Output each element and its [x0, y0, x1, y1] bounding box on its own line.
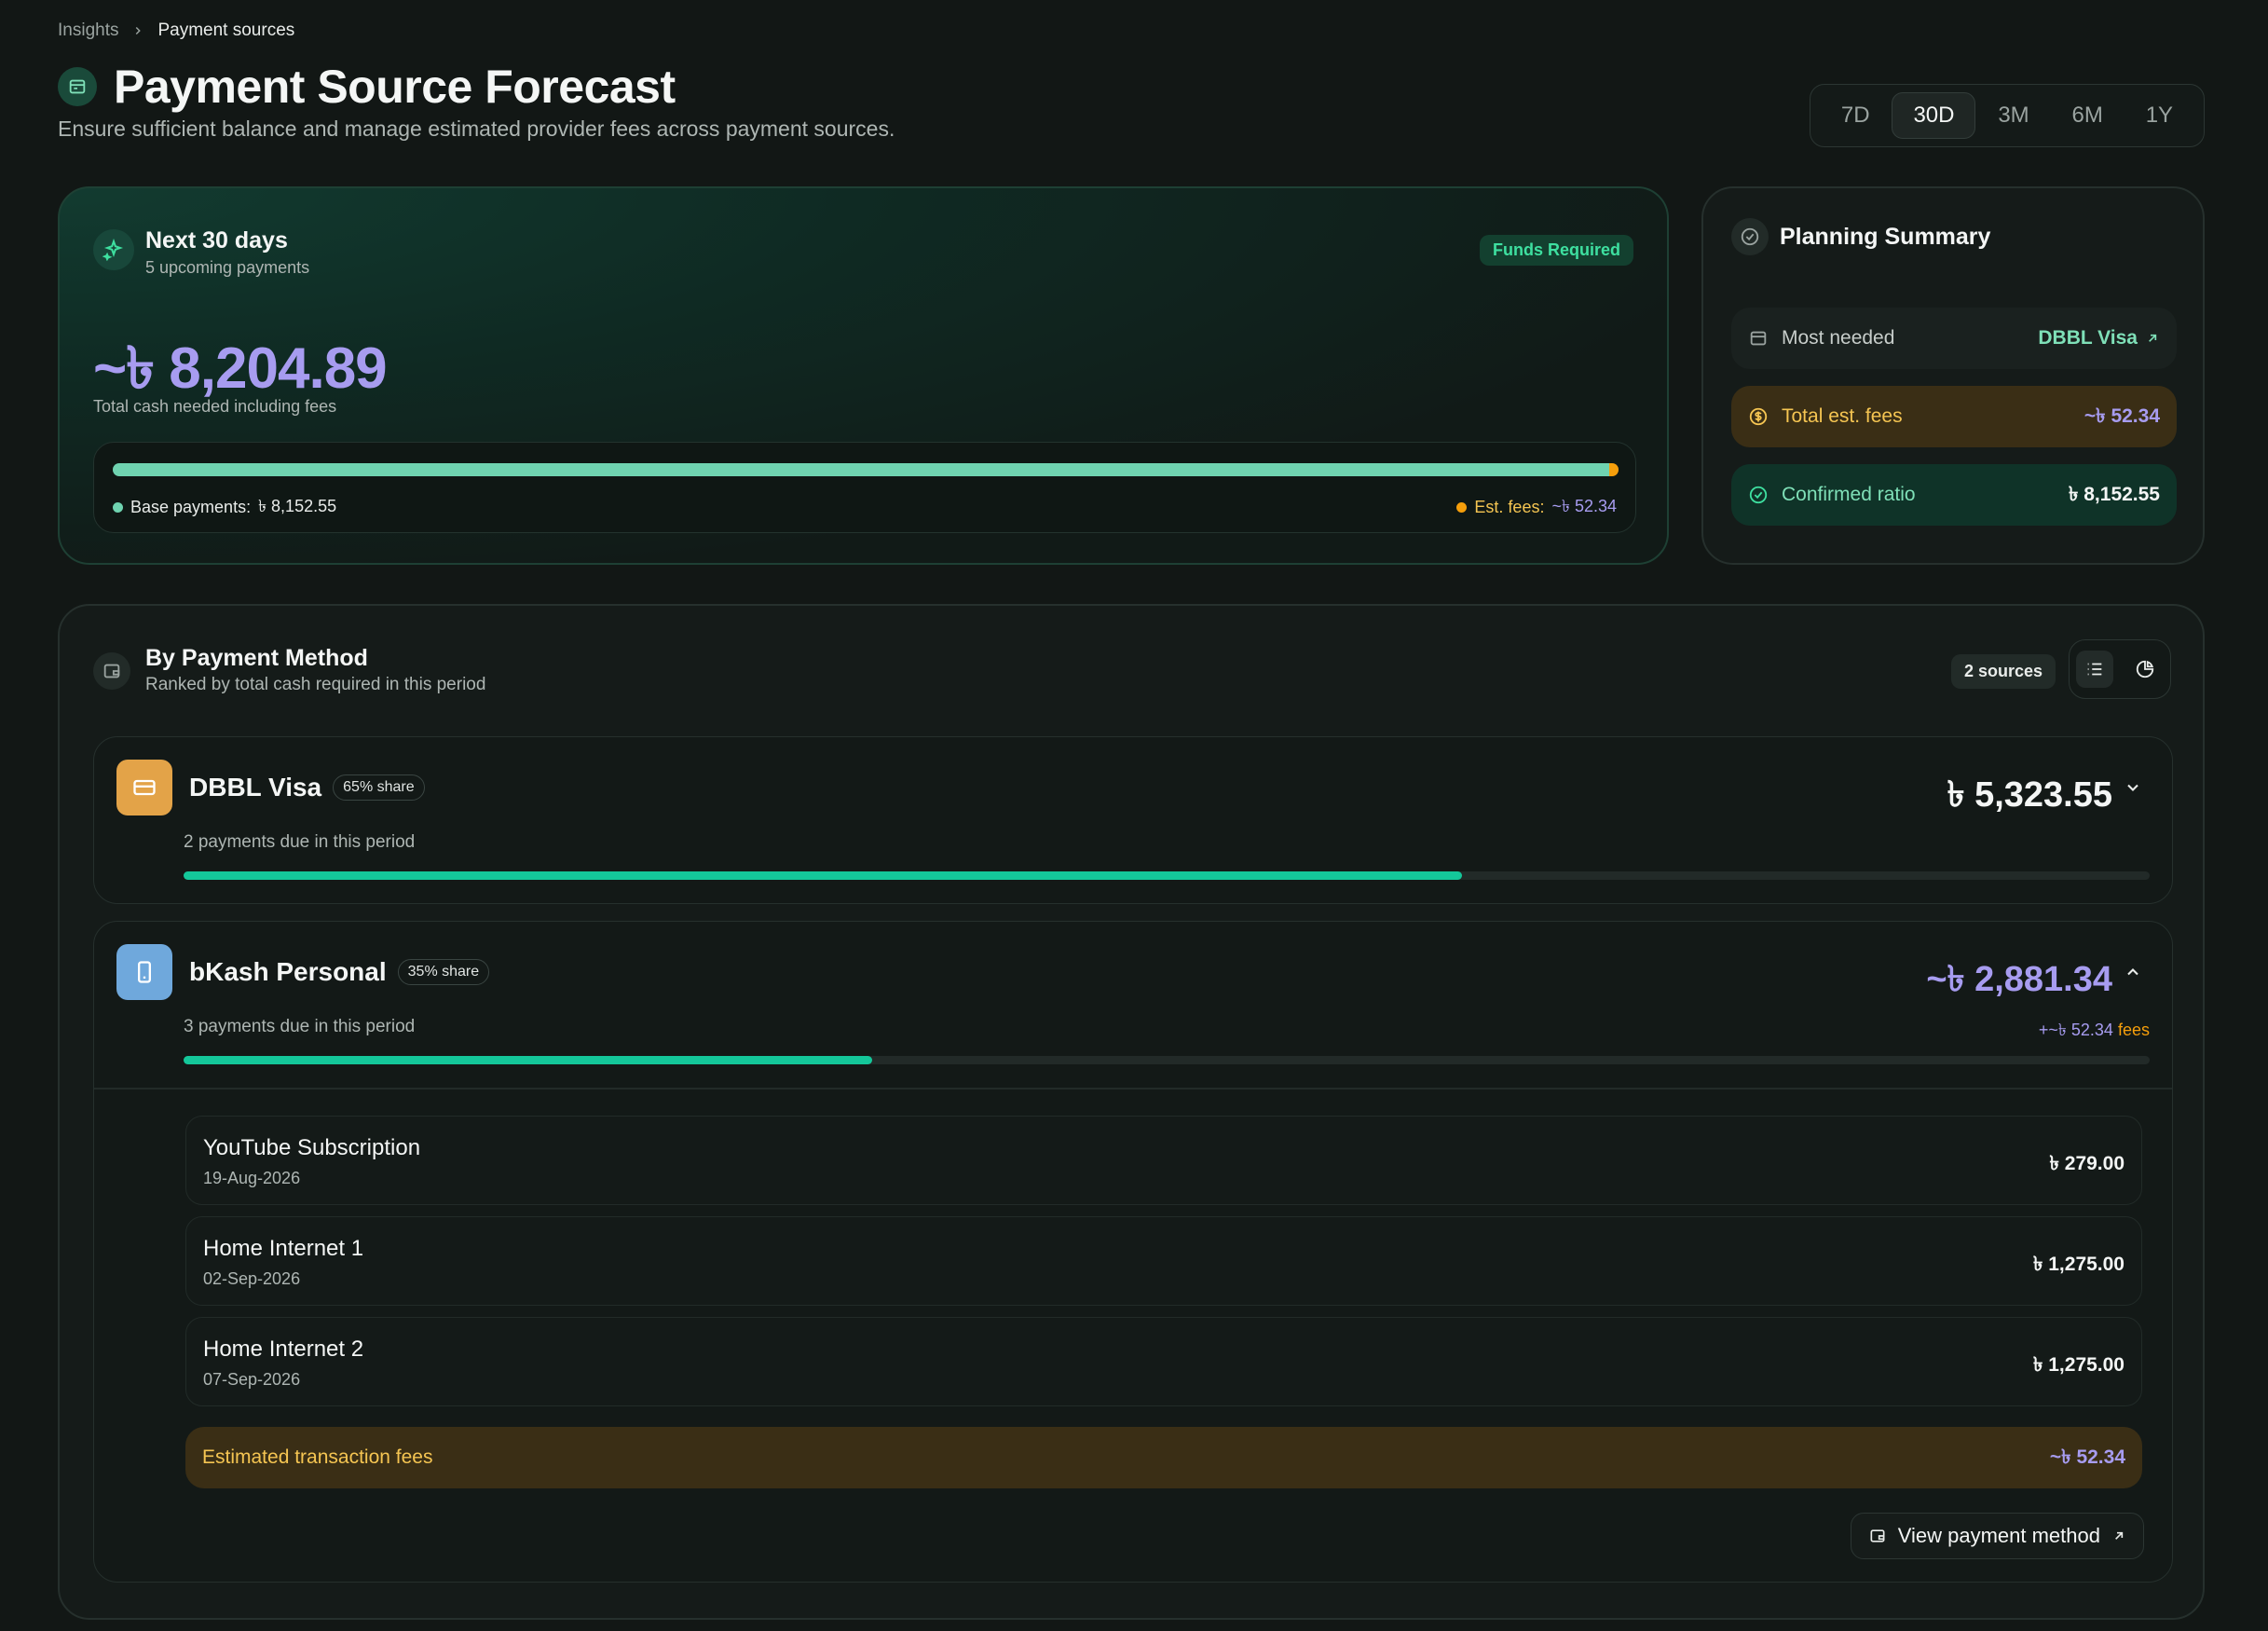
payment-method-subtitle: Ranked by total cash required in this pe… — [145, 675, 486, 694]
payment-row[interactable]: Home Internet 2 07-Sep-2026 ৳ 1,275.00 — [185, 1317, 2142, 1406]
wallet-icon — [1870, 1529, 1885, 1542]
payment-name: Home Internet 2 — [203, 1336, 364, 1362]
payments-due-text: 3 payments due in this period — [184, 1017, 416, 1036]
share-badge: 35% share — [397, 959, 490, 985]
method-name: bKash Personal 35% share — [189, 957, 490, 987]
total-fees-row: Total est. fees ~৳ 52.34 — [1731, 386, 2177, 447]
chevron-down-icon[interactable] — [2124, 778, 2142, 797]
funds-required-badge: Funds Required — [1479, 235, 1633, 266]
method-amount: ~৳ 2,881.34 — [1926, 960, 2112, 999]
breadcrumb: Insights Payment sources — [58, 21, 294, 41]
credit-card-icon — [116, 760, 172, 816]
base-label: Base payments: — [130, 498, 252, 516]
sparkles-icon — [93, 229, 134, 270]
wallet-icon — [93, 652, 130, 690]
estimated-fees-row: Estimated transaction fees ~৳ 52.34 — [185, 1427, 2142, 1488]
payment-amount: ৳ 1,275.00 — [2032, 1254, 2125, 1275]
estimated-fees-label: Estimated transaction fees — [202, 1446, 433, 1468]
payment-name: YouTube Subscription — [203, 1135, 421, 1160]
most-needed-value: DBBL Visa — [2038, 327, 2138, 349]
range-1y[interactable]: 1Y — [2125, 93, 2193, 138]
arrow-up-right-icon — [2149, 334, 2157, 342]
payment-date: 19-Aug-2026 — [203, 1169, 301, 1187]
most-needed-label: Most needed — [1782, 327, 1895, 349]
payment-row[interactable]: Home Internet 1 02-Sep-2026 ৳ 1,275.00 — [185, 1216, 2142, 1306]
confirmed-ratio-label: Confirmed ratio — [1782, 484, 1916, 505]
wallet-icon — [58, 67, 97, 106]
method-fees: +~৳ 52.34 fees — [2039, 1017, 2150, 1046]
fees-legend: Est. fees: ~৳ 52.34 — [1456, 493, 1617, 522]
payment-method-card: By Payment Method Ranked by total cash r… — [58, 604, 2205, 1620]
base-payments-bar — [113, 463, 1609, 476]
pie-chart-icon — [2136, 660, 2154, 678]
range-selector: 7D 30D 3M 6M 1Y — [1810, 84, 2205, 147]
chart-view-button[interactable] — [2126, 651, 2164, 688]
breadcrumb-current: Payment sources — [157, 21, 295, 40]
check-circle-icon — [1731, 218, 1769, 255]
base-legend: Base payments: ৳ 8,152.55 — [113, 493, 336, 522]
payment-date: 07-Sep-2026 — [203, 1370, 301, 1389]
fees-value: ~৳ 52.34 — [1551, 497, 1617, 515]
divider — [94, 1088, 2172, 1090]
estimated-fees-value: ~৳ 52.34 — [2049, 1446, 2125, 1468]
share-bar — [184, 871, 1462, 880]
payment-method-title: By Payment Method — [145, 645, 368, 671]
view-payment-method-label: View payment method — [1897, 1524, 2100, 1547]
wallet-icon — [1750, 331, 1767, 346]
sources-count-badge: 2 sources — [1951, 654, 2056, 689]
view-toggle — [2069, 639, 2171, 699]
page-title: Payment Source Forecast — [114, 61, 676, 113]
next-period-card: Next 30 days 5 upcoming payments Funds R… — [58, 186, 1669, 565]
method-amount: ৳ 5,323.55 — [1947, 775, 2112, 815]
total-fees-label: Total est. fees — [1782, 405, 1903, 427]
breakdown-box: Base payments: ৳ 8,152.55 Est. fees: ~৳ … — [93, 442, 1636, 533]
payment-amount: ৳ 1,275.00 — [2032, 1354, 2125, 1376]
confirmed-ratio-row: Confirmed ratio ৳ 8,152.55 — [1731, 464, 2177, 526]
base-value: ৳ 8,152.55 — [258, 497, 337, 515]
arrow-up-right-icon — [2115, 1531, 2124, 1540]
method-fees-amount: +~৳ 52.34 — [2038, 1021, 2113, 1039]
breadcrumb-parent-link[interactable]: Insights — [58, 21, 118, 41]
method-name: DBBL Visa 65% share — [189, 773, 425, 802]
planning-summary-title: Planning Summary — [1780, 224, 1991, 250]
confirmed-ratio-value: ৳ 8,152.55 — [2068, 483, 2160, 505]
check-circle-icon — [1749, 486, 1768, 504]
payment-date: 02-Sep-2026 — [203, 1269, 301, 1288]
next-period-title: Next 30 days — [145, 227, 288, 254]
fees-label: Est. fees: — [1474, 498, 1545, 516]
total-cash-label: Total cash needed including fees — [93, 397, 337, 416]
most-needed-row[interactable]: Most needed DBBL Visa — [1731, 308, 2177, 369]
page-header: Payment Source Forecast — [58, 60, 676, 114]
chevron-right-icon — [136, 26, 142, 35]
list-view-button[interactable] — [2076, 651, 2113, 688]
share-badge: 65% share — [333, 774, 425, 801]
dollar-circle-icon — [1749, 407, 1768, 426]
range-6m[interactable]: 6M — [2052, 93, 2124, 138]
upcoming-count: 5 upcoming payments — [145, 258, 310, 277]
list-icon — [2087, 663, 2102, 676]
range-7d[interactable]: 7D — [1821, 93, 1891, 138]
share-bar — [184, 1056, 872, 1064]
fees-dot — [1456, 502, 1468, 513]
page-subtitle: Ensure sufficient balance and manage est… — [58, 116, 895, 141]
phone-icon — [116, 944, 172, 1000]
payments-due-text: 2 payments due in this period — [184, 832, 416, 852]
base-dot — [113, 502, 123, 513]
payment-name: Home Internet 1 — [203, 1236, 364, 1261]
total-fees-value: ~৳ 52.34 — [2084, 404, 2160, 427]
method-name-label: bKash Personal — [189, 957, 387, 986]
method-name-label: DBBL Visa — [189, 773, 322, 802]
range-30d[interactable]: 30D — [1892, 92, 1976, 139]
chevron-up-icon[interactable] — [2124, 963, 2142, 981]
payment-row[interactable]: YouTube Subscription 19-Aug-2026 ৳ 279.0… — [185, 1116, 2142, 1205]
method-fees-suffix: fees — [2117, 1021, 2150, 1039]
method-dbbl-visa[interactable]: DBBL Visa 65% share 2 payments due in th… — [93, 736, 2173, 904]
payment-amount: ৳ 279.00 — [2049, 1153, 2125, 1174]
planning-summary-card: Planning Summary Most needed DBBL Visa T… — [1701, 186, 2205, 565]
method-bkash-personal[interactable]: bKash Personal 35% share 3 payments due … — [93, 921, 2173, 1583]
fees-bar — [1609, 463, 1619, 476]
view-payment-method-button[interactable]: View payment method — [1850, 1513, 2144, 1559]
range-3m[interactable]: 3M — [1977, 93, 2049, 138]
